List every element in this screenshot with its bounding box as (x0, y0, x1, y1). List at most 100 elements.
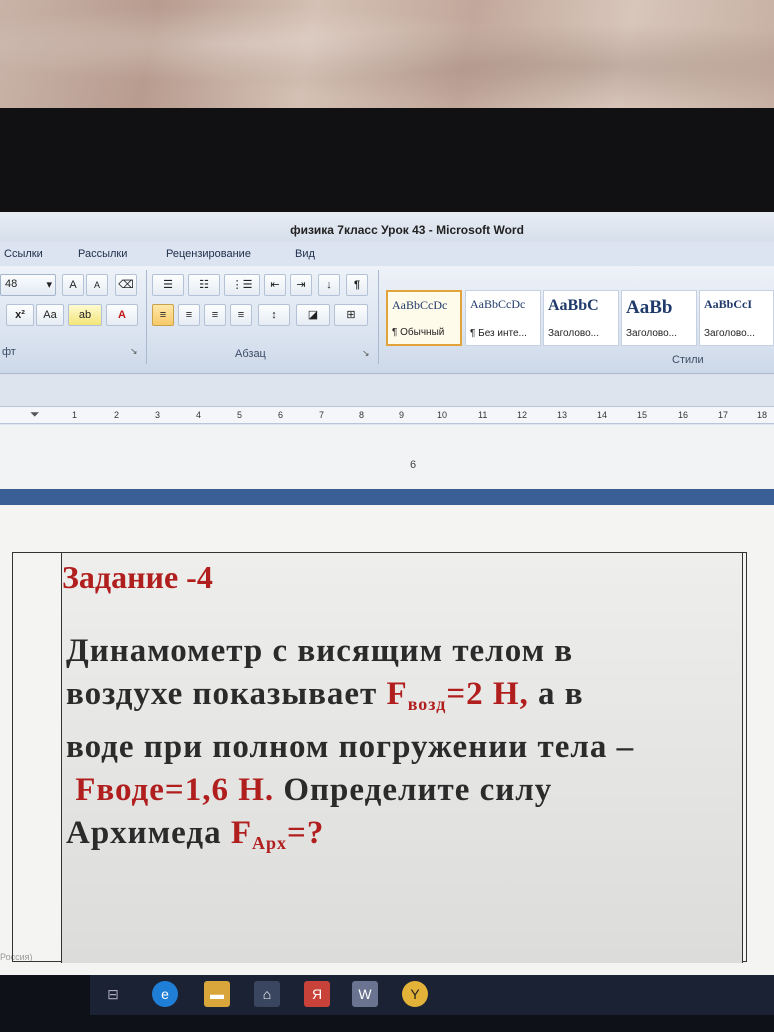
ribbon-tabs: Ссылки Рассылки Рецензирование Вид (0, 244, 774, 266)
ruler-mark: 9 (399, 410, 405, 420)
borders-icon[interactable]: ⊞ (334, 304, 368, 326)
word-app-icon[interactable]: W (352, 981, 378, 1007)
ruler-mark: 15 (637, 410, 648, 420)
increase-indent-icon[interactable]: ⇥ (290, 274, 312, 296)
bullets-icon[interactable]: ☰ (152, 274, 184, 296)
indent-marker-icon[interactable]: ⏷ (30, 407, 40, 422)
task-title: Задание -4 (62, 559, 213, 595)
force-value: =2 Н, (446, 676, 529, 712)
justify-icon[interactable]: ≡ (230, 304, 252, 326)
text-run: воздухе показывает (66, 676, 387, 712)
line-spacing-icon[interactable]: ↕ (258, 304, 290, 326)
styles-group-label: Стили (672, 354, 704, 366)
group-separator (146, 270, 147, 364)
force-subscript: Арх (252, 833, 288, 853)
ruler-mark: 7 (319, 410, 325, 420)
page-number: 6 (410, 459, 417, 471)
style-name: Заголово... (704, 328, 755, 339)
shading-icon[interactable]: ◪ (296, 304, 330, 326)
ruler-mark: 11 (478, 410, 488, 420)
background-wall (0, 0, 774, 110)
style-sample: AaBbCcDc (392, 298, 448, 312)
style-heading-3[interactable]: AaBbCcI Заголово... (699, 290, 774, 346)
monitor-bezel (0, 108, 774, 220)
style-name: ¶ Без инте... (470, 328, 527, 339)
change-case-icon[interactable]: Aa (36, 304, 64, 326)
yandex-icon[interactable]: Я (304, 981, 330, 1007)
ruler-mark: 17 (718, 410, 729, 420)
title-bar: физика 7класс Урок 43 - Microsoft Word (0, 212, 774, 242)
ruler-mark: 3 (155, 410, 161, 420)
text-run: Архимеда (66, 815, 231, 851)
highlight-icon[interactable]: ab (68, 304, 102, 326)
style-name: Заголово... (548, 328, 599, 339)
force-value: Fводе=1,6 Н. (75, 772, 275, 808)
style-name: Заголово... (626, 328, 677, 339)
text-line: Архимеда FАрх=? (66, 812, 726, 865)
clear-format-icon[interactable]: ⌫ (115, 274, 137, 296)
tab-references[interactable]: Ссылки (4, 248, 43, 260)
superscript-icon[interactable]: x² (6, 304, 34, 326)
multilevel-list-icon[interactable]: ⋮☰ (224, 274, 260, 296)
align-right-icon[interactable]: ≡ (204, 304, 226, 326)
ruler-mark: 4 (196, 410, 202, 420)
style-heading-2[interactable]: AaBb Заголово... (621, 290, 697, 346)
task-view-icon[interactable]: ⊟ (100, 981, 126, 1007)
edge-browser-icon[interactable]: e (152, 981, 178, 1007)
grow-font-icon[interactable]: A (62, 274, 84, 296)
font-size-value: 48 (5, 278, 18, 290)
font-group-label: фт (2, 346, 16, 358)
style-sample: AaBb (626, 297, 673, 318)
ruler-mark: 18 (757, 410, 768, 420)
text-line: воде при полном погружении тела – (66, 729, 635, 765)
dialog-launcher-icon[interactable]: ↘ (362, 348, 370, 359)
font-color-icon[interactable]: A (106, 304, 138, 326)
pilcrow-icon[interactable]: ¶ (346, 274, 368, 296)
text-run: а в (528, 676, 584, 712)
page-separator (0, 489, 774, 505)
text-line: Fводе=1,6 Н. Определите силу (66, 769, 726, 812)
windows-taskbar: ⊟ e ▬ ⌂ Я W Y (0, 975, 774, 1032)
align-center-icon[interactable]: ≡ (178, 304, 200, 326)
file-explorer-icon[interactable]: ▬ (204, 981, 230, 1007)
force-value: =? (287, 815, 325, 851)
style-sample: AaBbCcDc (470, 297, 526, 311)
ruler-mark: 8 (359, 410, 365, 420)
text-line: Динамометр с висящим телом в (66, 633, 574, 669)
browser-icon[interactable]: Y (402, 981, 428, 1007)
force-symbol: F (230, 815, 253, 851)
dialog-launcher-icon[interactable]: ↘ (130, 346, 138, 357)
style-name: ¶ Обычный (392, 327, 445, 338)
ruler-mark: 16 (678, 410, 689, 420)
tab-mailings[interactable]: Рассылки (78, 248, 127, 260)
ruler-mark: 2 (114, 410, 120, 420)
style-sample: AaBbCcI (704, 297, 753, 311)
tab-review[interactable]: Рецензирование (166, 248, 251, 260)
ruler-mark: 1 (72, 410, 78, 420)
tab-view[interactable]: Вид (295, 248, 315, 260)
align-left-icon[interactable]: ≡ (152, 304, 174, 326)
shrink-font-icon[interactable]: A (86, 274, 108, 296)
ruler-mark: 13 (557, 410, 568, 420)
style-heading-1[interactable]: AaBbC Заголово... (543, 290, 619, 346)
ruler-mark: 12 (517, 410, 528, 420)
style-sample: AaBbC (548, 297, 599, 314)
store-icon[interactable]: ⌂ (254, 981, 280, 1007)
numbering-icon[interactable]: ☷ (188, 274, 220, 296)
task-body: Динамометр с висящим телом в воздухе пок… (66, 630, 726, 865)
text-line: воздухе показывает Fвозд=2 Н, а в (66, 673, 726, 726)
group-separator (378, 270, 379, 364)
horizontal-ruler[interactable]: ⏷ 1 2 3 4 5 6 7 8 9 10 11 12 13 14 15 16… (0, 406, 774, 424)
style-normal[interactable]: AaBbCcDc ¶ Обычный (386, 290, 462, 346)
font-size-select[interactable]: 48 ▾ (0, 274, 56, 296)
decrease-indent-icon[interactable]: ⇤ (264, 274, 286, 296)
style-no-spacing[interactable]: AaBbCcDc ¶ Без инте... (465, 290, 541, 346)
ruler-mark: 5 (237, 410, 243, 420)
force-subscript: возд (407, 694, 447, 714)
sort-icon[interactable]: ↓ (318, 274, 340, 296)
taskbar-strip (90, 975, 774, 1015)
ruler-mark: 14 (597, 410, 608, 420)
ruler-mark: 6 (278, 410, 284, 420)
paragraph-group-label: Абзац (235, 348, 266, 360)
ruler-mark: 10 (437, 410, 448, 420)
